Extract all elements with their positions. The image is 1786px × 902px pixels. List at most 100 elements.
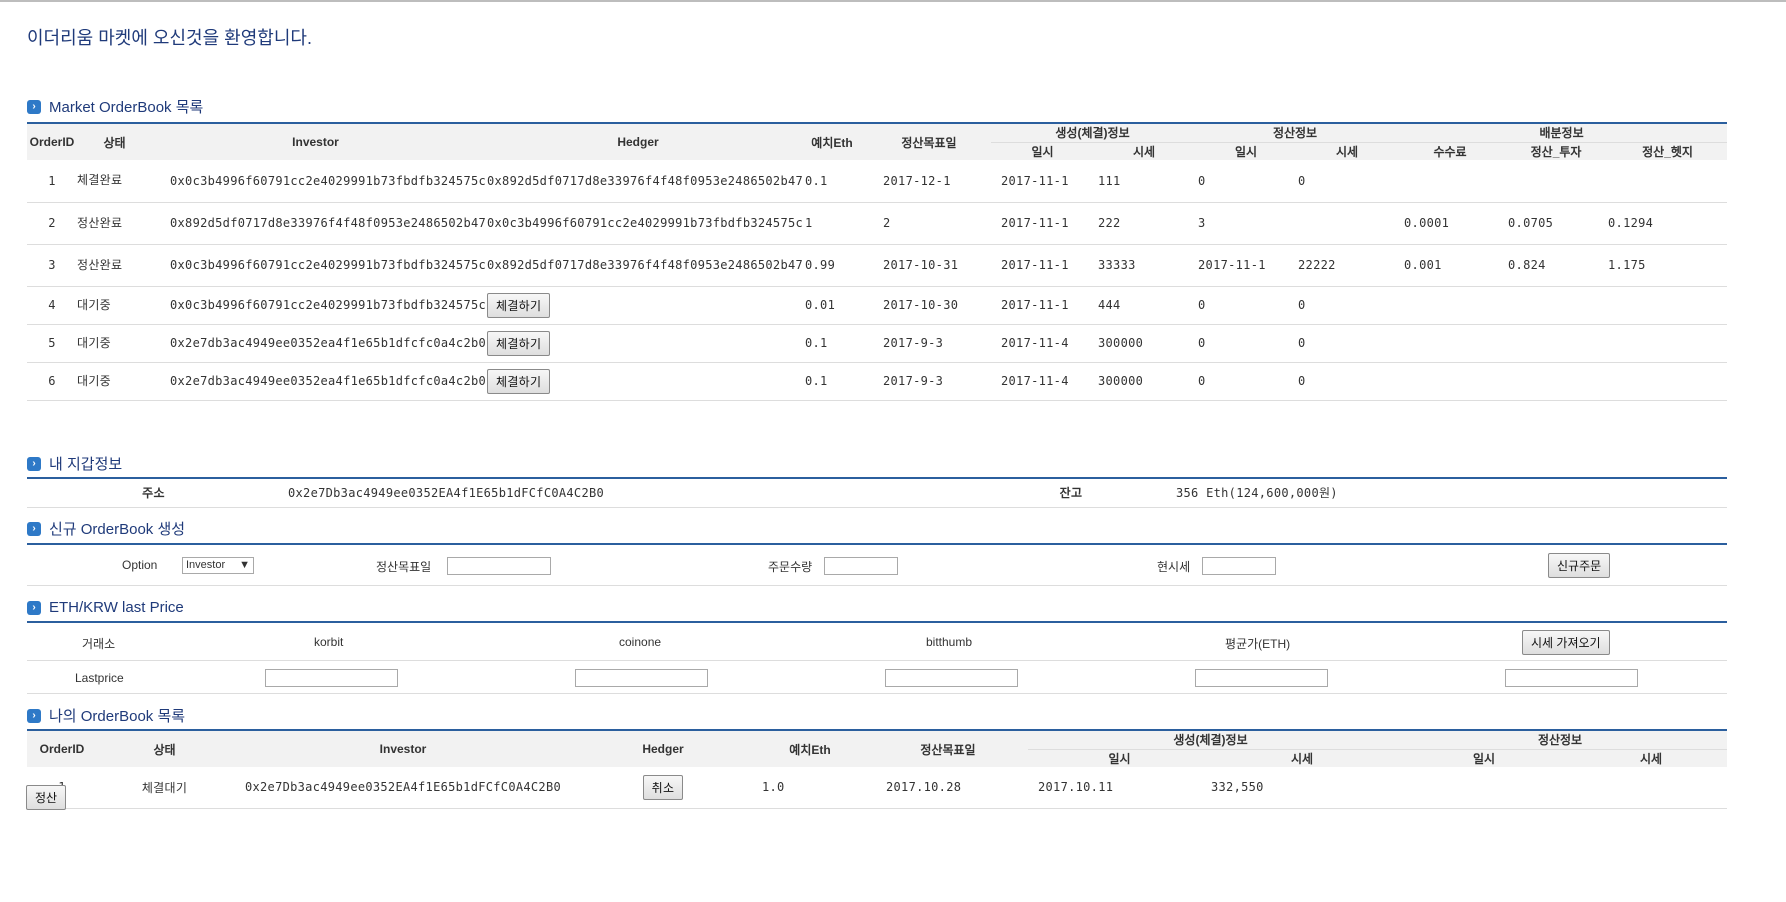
order-investor: 0x0c3b4996f60791cc2e4029991b73fbdfb32457… xyxy=(152,160,486,203)
welcome-title: 이더리움 마켓에 오신것을 환영합니다. xyxy=(27,28,312,48)
my-col-create-date: 일시 xyxy=(1028,749,1211,767)
order-investor: 0x2e7db3ac4949ee0352ea4f1e65b1dfcfc0a4c2… xyxy=(152,324,486,363)
my-order-deposit: 1.0 xyxy=(752,767,868,809)
order-fee xyxy=(1396,160,1505,203)
price-lastprice-row: Lastprice xyxy=(27,662,1727,694)
order-deposit: 0.99 xyxy=(797,244,867,287)
exchange-korbit: korbit xyxy=(314,635,344,649)
col-group-settle: 정산정보 xyxy=(1194,124,1397,143)
order-create-date: 2017-11-1 xyxy=(991,244,1094,287)
my-orderbook-title: 나의 OrderBook 목록 xyxy=(49,708,186,725)
average-price-label: 평균가(ETH) xyxy=(1225,637,1291,651)
chevron-down-icon: ▼ xyxy=(239,559,250,571)
order-target: 2017-9-3 xyxy=(867,362,991,401)
my-col-target-date: 정산목표일 xyxy=(868,731,1028,767)
wallet-heading: › 내 지갑정보 xyxy=(27,453,122,474)
order-settle-date: 0 xyxy=(1194,324,1299,363)
order-fee xyxy=(1396,324,1505,363)
order-create-date: 2017-11-1 xyxy=(991,202,1094,245)
order-id: 1 xyxy=(27,160,77,203)
wallet-title: 내 지갑정보 xyxy=(49,456,123,473)
market-orderbook-table: OrderID 상태 Investor Hedger 예치Eth 정산목표일 생… xyxy=(27,124,1728,401)
new-order-form: Option Investor ▼ 정산목표일 주문수량 현시세 신규주문 xyxy=(27,545,1727,586)
order-create-date: 2017-11-4 xyxy=(991,362,1094,401)
new-order-button[interactable]: 신규주문 xyxy=(1548,553,1611,578)
price-heading: › ETH/KRW last Price xyxy=(27,599,184,616)
market-orderbook-heading: › Market OrderBook 목록 xyxy=(27,96,203,117)
order-settle-price: 22222 xyxy=(1298,244,1397,287)
coinone-price-input[interactable] xyxy=(575,669,708,687)
order-settle-price xyxy=(1298,202,1397,245)
my-col-status: 상태 xyxy=(97,731,232,767)
option-label: Option xyxy=(122,558,158,572)
wallet-address: 0x2e7Db3ac4949ee0352EA4f1E65b1dFCfC0A4C2… xyxy=(280,479,980,508)
my-col-hedger: Hedger xyxy=(574,731,752,767)
table-row: 2 정산완료 0x892d5df0717d8e33976f4f48f0953e248… xyxy=(27,202,1728,245)
order-settle-date: 0 xyxy=(1194,362,1299,401)
quantity-input[interactable] xyxy=(824,557,898,575)
my-order-target: 2017.10.28 xyxy=(868,767,1028,809)
market-orderbook-title: Market OrderBook 목록 xyxy=(49,99,204,116)
korbit-price-input[interactable] xyxy=(265,669,398,687)
table-row: 5 대기중 0x2e7db3ac4949ee0352ea4f1e65b1dfcfc0… xyxy=(27,324,1728,363)
average-price-input[interactable] xyxy=(1195,669,1328,687)
my-orderbook-table: OrderID 상태 Investor Hedger 예치Eth 정산목표일 생… xyxy=(27,731,1728,809)
order-settle-date: 0 xyxy=(1194,286,1299,325)
option-select[interactable]: Investor ▼ xyxy=(182,557,254,574)
order-hedger-cell: 체결하기 xyxy=(479,324,797,363)
lastprice-label: Lastprice xyxy=(75,671,124,685)
settle-button[interactable]: 정산 xyxy=(26,785,67,810)
fetched-price-input[interactable] xyxy=(1505,669,1638,687)
price-exchange-row: 거래소 korbit coinone bitthumb 평균가(ETH) 시세 … xyxy=(27,623,1727,661)
my-col-investor: Investor xyxy=(232,731,574,767)
table-row: 3 정산완료 0x0c3b4996f60791cc2e4029991b73fbdfb… xyxy=(27,244,1728,287)
fetch-price-button[interactable]: 시세 가져오기 xyxy=(1522,630,1610,655)
order-settle-hedge xyxy=(1608,324,1728,363)
order-hedger: 0x892d5df0717d8e33976f4f48f0953e2486502b… xyxy=(479,244,803,287)
wallet-balance: 356 Eth(124,600,000원) xyxy=(1162,479,1727,508)
order-settle-date: 3 xyxy=(1194,202,1299,245)
my-col-orderid: OrderID xyxy=(27,731,97,767)
order-id: 4 xyxy=(27,286,77,325)
current-price-label: 현시세 xyxy=(1157,560,1191,574)
order-status: 대기중 xyxy=(77,286,152,325)
exchange-coinone: coinone xyxy=(619,635,662,649)
order-create-price: 444 xyxy=(1094,286,1195,325)
order-settle-price: 0 xyxy=(1298,362,1397,401)
order-create-date: 2017-11-1 xyxy=(991,160,1094,203)
order-target: 2017-10-31 xyxy=(867,244,991,287)
chevron-right-icon: › xyxy=(27,521,41,536)
order-deposit: 0.01 xyxy=(797,286,867,325)
col-group-create: 생성(체결)정보 xyxy=(991,124,1195,143)
col-group-dist: 배분정보 xyxy=(1396,124,1728,143)
bitthumb-price-input[interactable] xyxy=(885,669,1018,687)
my-order-investor: 0x2e7Db3ac4949ee0352EA4f1E65b1dFCfC0A4C2… xyxy=(232,767,574,809)
order-settle-hedge xyxy=(1608,362,1728,401)
wallet-table: 주소 0x2e7Db3ac4949ee0352EA4f1E65b1dFCfC0A… xyxy=(27,479,1727,508)
table-row: 1 체결대기 0x2e7Db3ac4949ee0352EA4f1E65b1dFC… xyxy=(27,767,1728,809)
order-settle-invest: 0.0705 xyxy=(1504,202,1609,245)
my-order-create-date: 2017.10.11 xyxy=(1028,767,1211,809)
order-id: 6 xyxy=(27,362,77,401)
my-order-create-price: 332,550 xyxy=(1211,767,1394,809)
order-id: 3 xyxy=(27,244,77,287)
order-deposit: 0.1 xyxy=(797,160,867,203)
order-investor: 0x892d5df0717d8e33976f4f48f0953e2486502b… xyxy=(152,202,486,245)
current-price-input[interactable] xyxy=(1202,557,1276,575)
order-create-date: 2017-11-1 xyxy=(991,286,1094,325)
chevron-right-icon: › xyxy=(27,600,41,615)
order-id: 5 xyxy=(27,324,77,363)
fill-order-button[interactable]: 체결하기 xyxy=(487,292,551,318)
order-settle-price: 0 xyxy=(1298,286,1397,325)
target-date-input[interactable] xyxy=(447,557,551,575)
my-col-deposit: 예치Eth xyxy=(752,731,868,767)
order-investor: 0x2e7db3ac4949ee0352ea4f1e65b1dfcfc0a4c2… xyxy=(152,362,486,401)
wallet-balance-label: 잔고 xyxy=(980,479,1162,508)
order-deposit: 1 xyxy=(797,202,867,245)
order-target: 2017-10-30 xyxy=(867,286,991,325)
order-settle-invest xyxy=(1504,160,1609,203)
cancel-button[interactable]: 취소 xyxy=(642,774,684,800)
col-create-price: 시세 xyxy=(1094,142,1195,160)
fill-order-button[interactable]: 체결하기 xyxy=(487,330,551,356)
fill-order-button[interactable]: 체결하기 xyxy=(487,368,551,394)
